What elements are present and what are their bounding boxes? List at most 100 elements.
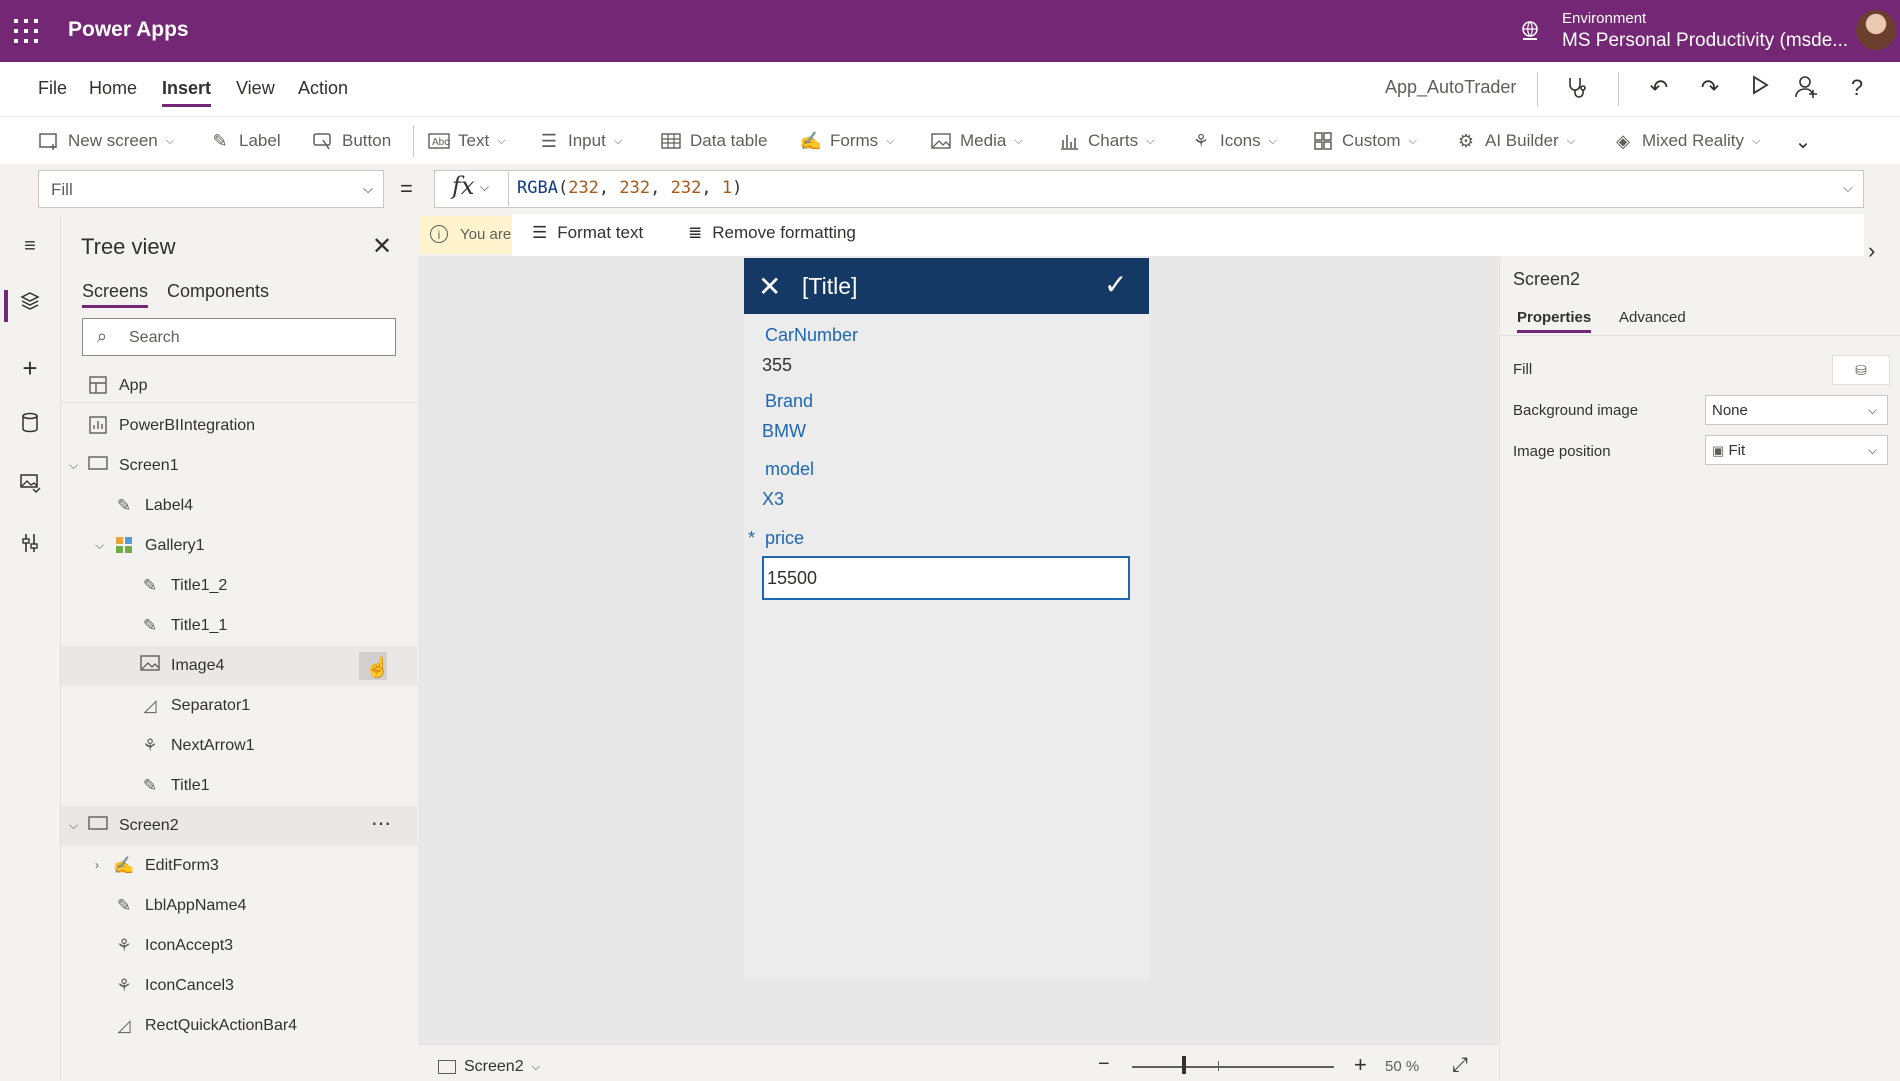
custom-dropdown[interactable]: Custom ⌵: [1312, 127, 1417, 155]
app-file-name[interactable]: App_AutoTrader: [1385, 77, 1516, 98]
text-dropdown[interactable]: Abc Text ⌵: [428, 127, 506, 155]
search-input[interactable]: [127, 325, 381, 351]
tree-item-nextarrow1[interactable]: ⚘ NextArrow1: [61, 726, 417, 766]
chevron-down-icon: ⌵: [1408, 134, 1417, 147]
chevron-right-icon[interactable]: ›: [1868, 238, 1875, 264]
formula-arg: 232: [670, 178, 702, 198]
help-icon[interactable]: ?: [1843, 74, 1871, 102]
tree-item-editform3[interactable]: › ✍ EditForm3: [61, 846, 417, 886]
input-icon: ☰: [540, 130, 558, 151]
remove-formatting-icon: ≣: [688, 223, 703, 242]
hamburger-menu-icon[interactable]: ≡: [14, 230, 46, 262]
gallery-icon: [113, 535, 135, 557]
tree-item-powerbiintegration[interactable]: PowerBIIntegration: [61, 406, 417, 446]
field-value-brand[interactable]: BMW: [762, 421, 806, 442]
fx-icon[interactable]: fx: [452, 172, 474, 200]
menu-action[interactable]: Action: [298, 78, 348, 99]
format-text-button[interactable]: ☰ Format text: [532, 223, 643, 243]
tree-item-label4[interactable]: ✎ Label4: [61, 486, 417, 526]
media-library-icon[interactable]: [14, 472, 46, 504]
redo-icon[interactable]: ↷: [1696, 74, 1724, 102]
tab-properties[interactable]: Properties: [1517, 309, 1592, 333]
chevron-right-icon[interactable]: ›: [95, 858, 99, 872]
fill-color-picker[interactable]: ⛁: [1832, 355, 1890, 385]
tree-item-image4[interactable]: Image4 ☝: [61, 646, 417, 686]
form-title[interactable]: [Title]: [802, 273, 857, 300]
close-icon[interactable]: ✕: [372, 232, 392, 261]
forms-dropdown[interactable]: ✍ Forms ⌵: [800, 127, 895, 155]
environment-value[interactable]: MS Personal Productivity (msde...: [1562, 30, 1848, 52]
label-button[interactable]: ✎ Label: [209, 127, 280, 155]
custom-dropdown-label: Custom: [1342, 131, 1401, 150]
remove-formatting-button[interactable]: ≣ Remove formatting: [688, 223, 856, 243]
tree-item-iconaccept3[interactable]: ⚘ IconAccept3: [61, 926, 417, 966]
chevron-down-icon[interactable]: ⌵: [95, 538, 104, 553]
data-table-button[interactable]: Data table: [660, 127, 768, 155]
ribbon-divider: [413, 125, 414, 157]
mixed-reality-dropdown[interactable]: ◈ Mixed Reality ⌵: [1612, 127, 1760, 155]
button-button[interactable]: Button: [312, 127, 391, 155]
menu-insert[interactable]: Insert: [162, 78, 212, 107]
close-icon[interactable]: ✕: [758, 270, 781, 303]
field-value-model[interactable]: X3: [762, 489, 784, 510]
more-options-icon[interactable]: ⋯: [371, 811, 391, 836]
zoom-out-button[interactable]: −: [1098, 1053, 1110, 1076]
share-user-icon[interactable]: [1793, 74, 1821, 102]
insert-plus-icon[interactable]: +: [14, 352, 46, 384]
menu-view[interactable]: View: [236, 78, 275, 99]
zoom-slider-track[interactable]: [1132, 1066, 1334, 1068]
chevron-down-icon[interactable]: ⌵: [69, 818, 78, 833]
chevron-down-icon[interactable]: ⌵: [1843, 180, 1853, 196]
tree-search-box[interactable]: ⌕: [82, 318, 396, 356]
tab-components[interactable]: Components: [167, 281, 269, 302]
screen2-preview[interactable]: [744, 258, 1149, 978]
data-cylinder-icon[interactable]: [14, 412, 46, 444]
chevron-down-icon[interactable]: ⌵: [480, 180, 489, 195]
app-checker-icon[interactable]: [1563, 74, 1591, 102]
preview-play-icon[interactable]: [1746, 74, 1774, 102]
property-selector[interactable]: Fill ⌵: [38, 170, 384, 208]
input-dropdown[interactable]: ☰ Input ⌵: [538, 127, 622, 155]
undo-icon[interactable]: ↶: [1645, 74, 1673, 102]
chevron-down-icon[interactable]: ⌵: [69, 458, 78, 473]
tree-item-title1-1[interactable]: ✎ Title1_1: [61, 606, 417, 646]
menu-home[interactable]: Home: [89, 78, 137, 99]
ribbon-overflow-button[interactable]: ⌄: [1792, 127, 1814, 155]
background-image-dropdown[interactable]: None ⌵: [1705, 395, 1888, 425]
formula-text[interactable]: RGBA(232, 232, 232, 1): [517, 178, 742, 198]
charts-dropdown[interactable]: Charts ⌵: [1058, 127, 1154, 155]
app-launcher-icon[interactable]: [14, 19, 40, 45]
image-position-dropdown[interactable]: ▣ Fit ⌵: [1705, 435, 1888, 465]
media-dropdown[interactable]: Media ⌵: [930, 127, 1023, 155]
tree-item-lblappname4[interactable]: ✎ LblAppName4: [61, 886, 417, 926]
tree-item-app[interactable]: App: [61, 366, 417, 406]
tab-screens[interactable]: Screens: [82, 281, 149, 308]
screen-selector[interactable]: Screen2 ⌵: [438, 1058, 540, 1076]
fit-to-window-icon[interactable]: ⤢: [1452, 1054, 1468, 1077]
new-screen-button[interactable]: New screen ⌵: [38, 127, 174, 155]
tree-item-screen1[interactable]: ⌵ Screen1: [61, 446, 417, 486]
user-avatar[interactable]: [1856, 10, 1896, 50]
tree-item-rectquickactionbar4[interactable]: ◿ RectQuickActionBar4: [61, 1006, 417, 1046]
advanced-tools-icon[interactable]: [14, 532, 46, 564]
price-input[interactable]: 15500: [762, 556, 1130, 600]
field-value-carnumber[interactable]: 355: [762, 355, 792, 376]
tree-item-title1[interactable]: ✎ Title1: [61, 766, 417, 806]
tree-item-separator1[interactable]: ◿ Separator1: [61, 686, 417, 726]
tree-item-screen2[interactable]: ⌵ Screen2 ⋯: [61, 806, 417, 846]
checkmark-icon[interactable]: ✓: [1104, 268, 1127, 301]
zoom-slider-thumb[interactable]: [1182, 1056, 1186, 1074]
zoom-in-button[interactable]: +: [1354, 1052, 1367, 1078]
tree-item-title1-2[interactable]: ✎ Title1_2: [61, 566, 417, 606]
icons-dropdown[interactable]: ⚘ Icons ⌵: [1190, 127, 1277, 155]
tree-item-iconcancel3[interactable]: ⚘ IconCancel3: [61, 966, 417, 1006]
info-icon: i: [430, 225, 448, 243]
environment-icon[interactable]: [1518, 19, 1542, 43]
menu-file[interactable]: File: [38, 78, 67, 99]
tree-item-label: Screen2: [119, 817, 179, 834]
tree-view-layers-icon[interactable]: [14, 290, 46, 322]
insert-ribbon: New screen ⌵ ✎ Label Button Abc Text ⌵ ☰…: [0, 116, 1900, 166]
tree-item-gallery1[interactable]: ⌵ Gallery1: [61, 526, 417, 566]
ai-builder-dropdown[interactable]: ⚙ AI Builder ⌵: [1455, 127, 1575, 155]
tab-advanced[interactable]: Advanced: [1619, 309, 1686, 326]
